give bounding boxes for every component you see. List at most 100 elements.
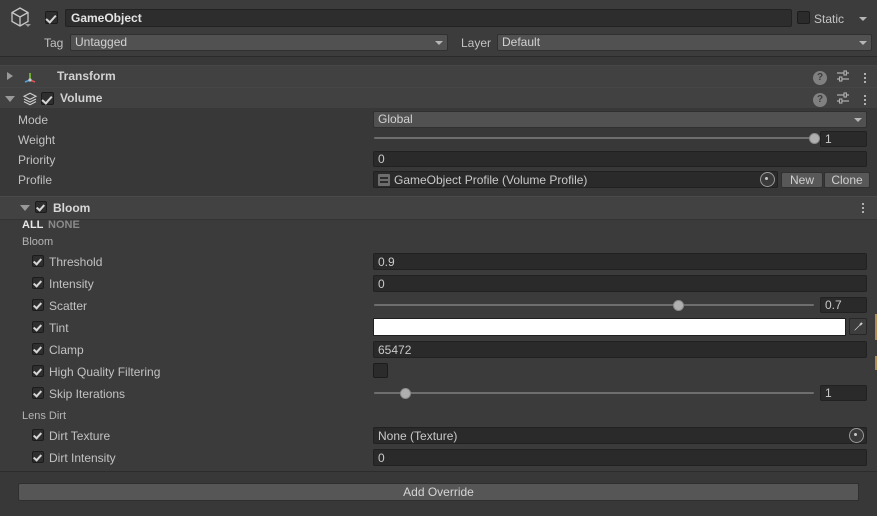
dirt-intensity-input[interactable]: 0 xyxy=(373,449,867,466)
priority-input[interactable]: 0 xyxy=(373,151,867,167)
preset-icon[interactable] xyxy=(836,69,850,86)
mode-label: Mode xyxy=(18,113,49,127)
volume-properties: Mode Global Weight 1 Priority 0 Profile xyxy=(0,108,877,196)
help-icon[interactable]: ? xyxy=(813,70,827,85)
gameobject-name-input[interactable]: GameObject xyxy=(65,9,792,27)
threshold-label: Threshold xyxy=(49,255,103,269)
component-title-transform: Transform xyxy=(57,69,116,83)
volume-row-profile: Profile GameObject Profile (Volume Profi… xyxy=(0,170,877,190)
kebab-icon[interactable] xyxy=(859,71,871,85)
weight-slider-knob[interactable] xyxy=(809,133,820,144)
skip-iterations-value-input[interactable]: 1 xyxy=(820,385,867,401)
scatter-override-checkbox[interactable] xyxy=(32,299,44,311)
bloom-title: Bloom xyxy=(53,201,91,215)
tint-color-swatch[interactable] xyxy=(373,318,846,336)
skip-iterations-slider-knob[interactable] xyxy=(399,388,411,399)
foldout-collapsed-icon[interactable] xyxy=(7,72,13,80)
component-title-volume: Volume xyxy=(60,91,103,105)
bloom-header[interactable]: Bloom xyxy=(0,196,877,220)
component-header-icons-transform: ? xyxy=(813,69,871,86)
profile-value: GameObject Profile (Volume Profile) xyxy=(394,172,588,187)
dirt-texture-override-checkbox[interactable] xyxy=(32,429,44,441)
scatter-value-input[interactable]: 0.7 xyxy=(820,297,867,313)
foldout-expanded-icon[interactable] xyxy=(5,96,15,102)
dirt-texture-value: None (Texture) xyxy=(378,428,458,443)
high-quality-filtering-value-checkbox[interactable] xyxy=(373,363,388,378)
layer-label: Layer xyxy=(461,36,492,50)
dirt-texture-label: Dirt Texture xyxy=(49,429,111,443)
preset-icon[interactable] xyxy=(836,91,850,108)
intensity-input[interactable]: 0 xyxy=(373,275,867,292)
tag-label: Tag xyxy=(44,36,64,50)
clamp-override-checkbox[interactable] xyxy=(32,343,44,355)
weight-slider[interactable] xyxy=(374,130,820,146)
weight-slider-track xyxy=(374,137,814,139)
bloom-toggle-all-none: ALL NONE xyxy=(0,218,877,234)
skip-iterations-override-checkbox[interactable] xyxy=(32,387,44,399)
static-checkbox[interactable] xyxy=(797,11,810,24)
static-label: Static xyxy=(814,12,845,26)
scatter-slider[interactable] xyxy=(374,297,814,313)
kebab-icon[interactable] xyxy=(859,93,871,107)
bloom-enabled-checkbox[interactable] xyxy=(35,201,47,213)
intensity-label: Intensity xyxy=(49,277,94,291)
profile-clone-button[interactable]: Clone xyxy=(824,172,870,188)
mode-value: Global xyxy=(378,112,413,126)
volume-override-bloom: Bloom ALL NONE Bloom Threshold 0.9 Inten… xyxy=(0,196,877,471)
scatter-slider-knob[interactable] xyxy=(672,300,684,311)
skip-iterations-slider-track xyxy=(374,392,814,394)
kebab-icon[interactable] xyxy=(857,201,869,215)
intensity-override-checkbox[interactable] xyxy=(32,277,44,289)
component-header-volume[interactable]: Volume ? xyxy=(0,87,877,110)
static-dropdown-icon[interactable] xyxy=(859,17,867,21)
tag-dropdown[interactable]: Untagged xyxy=(70,34,448,51)
layer-dropdown[interactable]: Default xyxy=(497,34,872,51)
threshold-override-checkbox[interactable] xyxy=(32,255,44,267)
layer-value: Default xyxy=(502,35,541,49)
mode-dropdown[interactable]: Global xyxy=(373,111,867,128)
high-quality-filtering-label: High Quality Filtering xyxy=(49,365,161,379)
dirt-texture-object-field[interactable]: None (Texture) xyxy=(373,427,867,444)
volume-profile-asset-icon xyxy=(378,173,390,186)
skip-iterations-label: Skip Iterations xyxy=(49,387,126,401)
component-header-transform[interactable]: Transform ? xyxy=(0,65,877,88)
chevron-down-icon xyxy=(435,40,443,45)
scatter-label: Scatter xyxy=(49,299,88,313)
tag-value: Untagged xyxy=(75,35,128,49)
unity-inspector-window: GameObject Static Tag Untagged Layer Def… xyxy=(0,0,877,516)
gameobject-header: GameObject Static Tag Untagged Layer Def… xyxy=(0,0,877,57)
toggle-all-button[interactable]: ALL xyxy=(22,219,43,231)
add-override-button[interactable]: Add Override xyxy=(18,483,859,501)
toggle-none-button[interactable]: NONE xyxy=(48,219,80,231)
group-label-lens-dirt: Lens Dirt xyxy=(22,410,67,422)
volume-row-mode: Mode Global xyxy=(0,110,877,130)
profile-object-field[interactable]: GameObject Profile (Volume Profile) xyxy=(373,171,778,188)
volume-enabled-checkbox[interactable] xyxy=(41,92,54,105)
skip-iterations-slider[interactable] xyxy=(374,385,814,401)
weight-value-input[interactable]: 1 xyxy=(820,131,867,147)
threshold-input[interactable]: 0.9 xyxy=(373,253,867,270)
object-picker-icon[interactable] xyxy=(760,172,775,187)
help-icon[interactable]: ? xyxy=(813,92,827,107)
clamp-label: Clamp xyxy=(49,343,84,357)
cube-icon[interactable] xyxy=(8,5,36,31)
priority-label: Priority xyxy=(18,153,56,167)
scatter-slider-track xyxy=(374,304,814,306)
profile-new-button[interactable]: New xyxy=(781,172,823,188)
group-label-bloom: Bloom xyxy=(22,236,54,248)
dirt-intensity-override-checkbox[interactable] xyxy=(32,451,44,463)
foldout-expanded-icon[interactable] xyxy=(20,205,30,211)
eyedropper-icon[interactable] xyxy=(849,318,867,335)
gameobject-enabled-checkbox[interactable] xyxy=(45,11,58,24)
transform-axis-icon xyxy=(22,69,38,85)
chevron-down-icon xyxy=(859,40,867,45)
weight-label: Weight xyxy=(18,133,56,147)
chevron-down-icon[interactable] xyxy=(25,24,31,27)
component-header-icons-volume: ? xyxy=(813,91,871,108)
tint-override-checkbox[interactable] xyxy=(32,321,44,333)
clamp-input[interactable]: 65472 xyxy=(373,341,867,358)
high-quality-filtering-override-checkbox[interactable] xyxy=(32,365,44,377)
profile-label: Profile xyxy=(18,173,53,187)
object-picker-icon[interactable] xyxy=(849,428,864,443)
dirt-intensity-label: Dirt Intensity xyxy=(49,451,116,465)
